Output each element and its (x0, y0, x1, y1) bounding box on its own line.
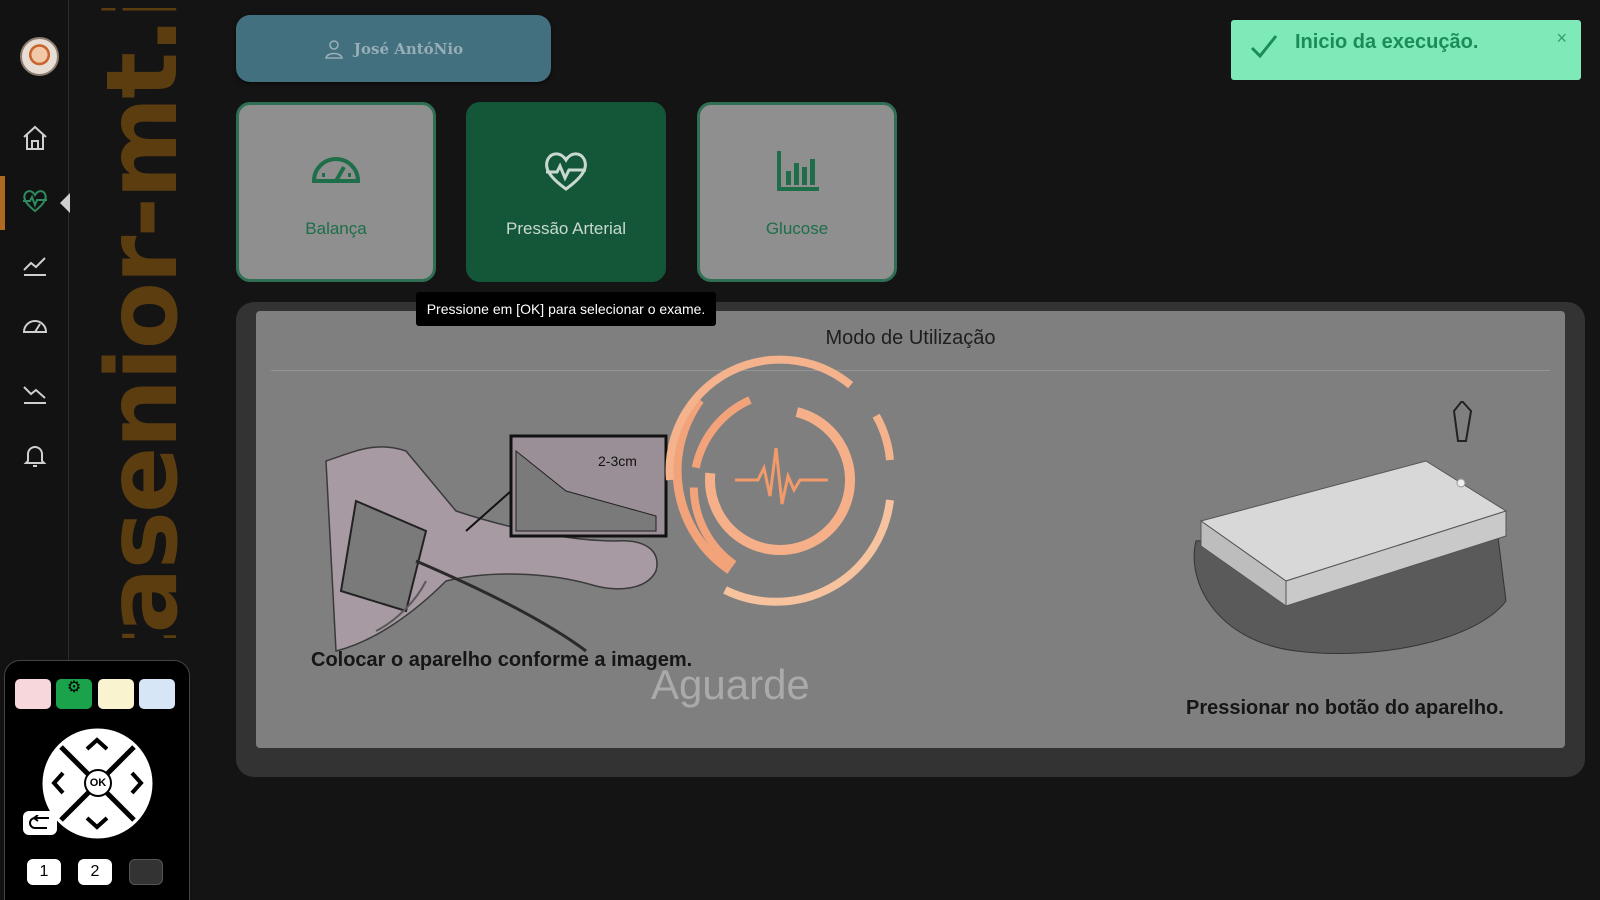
remote-blue-button[interactable] (139, 679, 175, 709)
remote-ok-button[interactable]: OK (84, 769, 112, 797)
bar-chart-icon (777, 151, 819, 191)
remote-back-button[interactable] (23, 811, 57, 835)
check-icon (1250, 35, 1278, 59)
user-name: José AntóNio (353, 39, 464, 58)
scale-gauge-icon (311, 157, 361, 183)
remote-button-1[interactable]: 1 (27, 859, 61, 885)
loading-spinner (665, 355, 894, 606)
exam-label: Balança (305, 219, 367, 238)
exam-card-glucose[interactable]: Glucose (697, 102, 897, 282)
brand-text: vitasenior-mt.ipt (88, 8, 198, 638)
gear-icon: ⚙ (66, 679, 82, 696)
sidebar-item-trends[interactable] (0, 240, 69, 290)
heart-pulse-icon (545, 152, 587, 191)
remote-button-3[interactable] (129, 859, 163, 885)
tooltip: Pressione em [OK] para selecionar o exam… (416, 292, 716, 326)
trend-down-icon (22, 386, 46, 404)
heart-pulse-icon (22, 190, 47, 213)
sidebar-item-pressure[interactable] (0, 176, 70, 230)
exam-card-scale[interactable]: Balança (236, 102, 436, 282)
toast-message: Inicio da execução. (1295, 31, 1479, 53)
app-logo (20, 37, 59, 76)
user-profile-button[interactable]: José AntóNio (236, 15, 551, 82)
return-icon (29, 815, 49, 829)
arm-cuff-illustration: 2-3cm (325, 434, 668, 653)
cuff-distance-note: 2-3cm (598, 453, 637, 469)
gauge-icon (22, 320, 47, 333)
sidebar-item-glucose[interactable] (0, 368, 69, 418)
waiting-text: Aguarde (651, 661, 810, 708)
bell-icon (23, 446, 46, 467)
user-icon (324, 39, 343, 59)
exam-label: Glucose (765, 219, 829, 238)
brand-watermark: vitasenior-mt.ipt (88, 8, 198, 638)
remote-button-2[interactable]: 2 (78, 859, 112, 885)
sidebar-item-home[interactable] (0, 113, 69, 163)
sidebar-item-alerts[interactable] (0, 430, 69, 480)
remote-control: ⚙ OK 1 2 (4, 660, 190, 900)
remote-red-button[interactable] (15, 679, 51, 709)
sidebar-item-scale[interactable] (0, 302, 69, 352)
remote-settings-button[interactable]: ⚙ (56, 679, 92, 709)
step-1-text: Colocar o aparelho conforme a imagem. (311, 649, 693, 671)
step-2-text: Pressionar no botão do aparelho. (1186, 697, 1504, 719)
remote-yellow-button[interactable] (98, 679, 134, 709)
exam-label: Pressão Arterial (506, 219, 626, 238)
home-icon (22, 125, 47, 150)
exam-card-blood-pressure[interactable]: Pressão Arterial (466, 102, 666, 282)
device-illustration (1193, 401, 1508, 655)
trend-up-icon (22, 257, 46, 276)
toast-close-button[interactable]: × (1556, 28, 1567, 49)
toast-notification: Inicio da execução. × (1231, 20, 1581, 80)
